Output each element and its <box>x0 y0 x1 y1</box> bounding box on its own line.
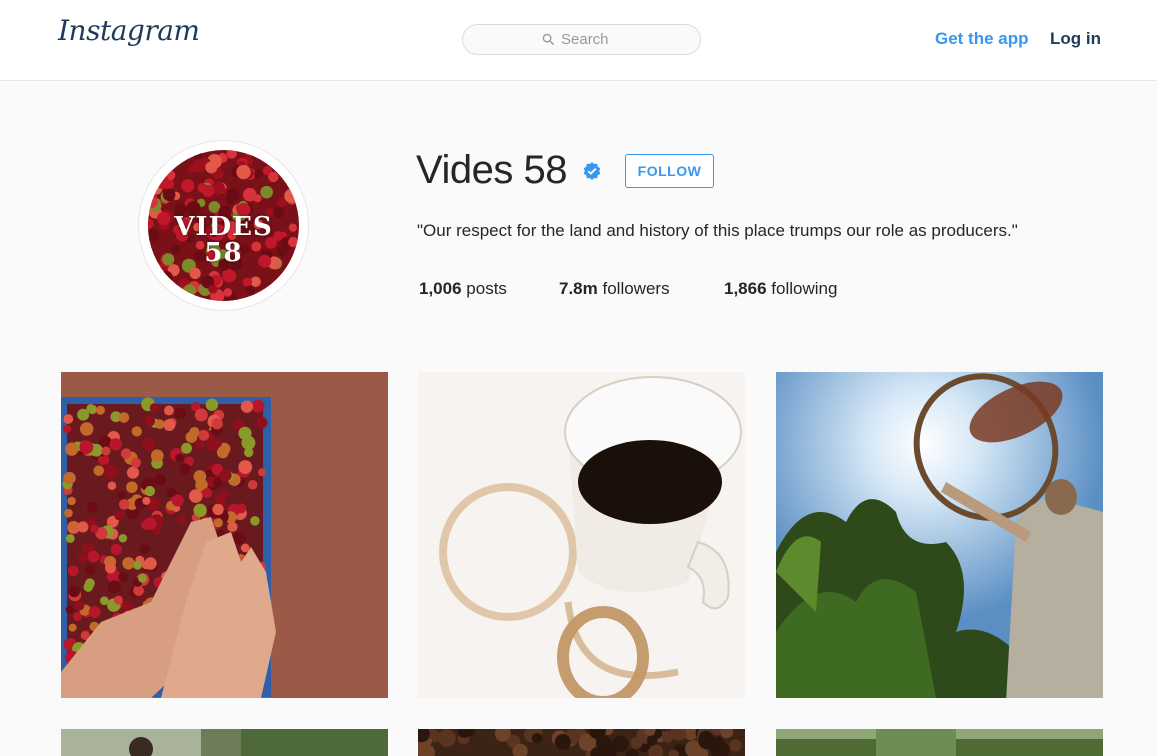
profile-avatar-ring: VIDES 58 <box>138 140 309 311</box>
stat-followers[interactable]: 7.8m followers <box>559 279 670 299</box>
search-box[interactable] <box>462 24 701 55</box>
top-navigation-bar: Instagram Get the app Log in <box>0 0 1157 81</box>
following-label: following <box>771 279 838 298</box>
avatar-logo-text-58: 58 <box>204 238 243 268</box>
followers-count: 7.8m <box>559 279 598 298</box>
post-image-farm-worker <box>61 729 388 756</box>
post-image-plantation <box>776 729 1103 756</box>
search-input[interactable] <box>561 31 621 48</box>
posts-label: posts <box>466 279 507 298</box>
stat-following[interactable]: 1,866 following <box>724 279 837 299</box>
followers-label: followers <box>602 279 670 298</box>
post-thumbnail-1[interactable] <box>61 372 388 698</box>
post-image-coffee-cup <box>418 372 745 698</box>
post-thumbnail-3[interactable] <box>776 372 1103 698</box>
profile-username: Vides 58 <box>416 148 567 192</box>
post-image-sifting-beans <box>776 372 1103 698</box>
stat-posts: 1,006 posts <box>419 279 507 299</box>
avatar-logo-text-vides: VIDES <box>174 212 273 242</box>
search-icon <box>542 33 555 46</box>
avatar: VIDES 58 <box>148 150 299 301</box>
get-the-app-link[interactable]: Get the app <box>935 29 1029 49</box>
following-count: 1,866 <box>724 279 767 298</box>
post-thumbnail-2[interactable] <box>418 372 745 698</box>
profile-bio: "Our respect for the land and history of… <box>417 221 1018 240</box>
verified-badge-icon <box>583 162 601 180</box>
log-in-link[interactable]: Log in <box>1050 29 1101 49</box>
post-image-coffee-crate <box>61 372 388 698</box>
post-thumbnail-5[interactable] <box>418 729 745 756</box>
posts-count: 1,006 <box>419 279 462 298</box>
post-thumbnail-4[interactable] <box>61 729 388 756</box>
instagram-logo[interactable]: Instagram <box>58 14 200 47</box>
post-image-roasted-beans <box>418 729 745 756</box>
post-thumbnail-6[interactable] <box>776 729 1103 756</box>
follow-button[interactable]: FOLLOW <box>625 154 714 188</box>
